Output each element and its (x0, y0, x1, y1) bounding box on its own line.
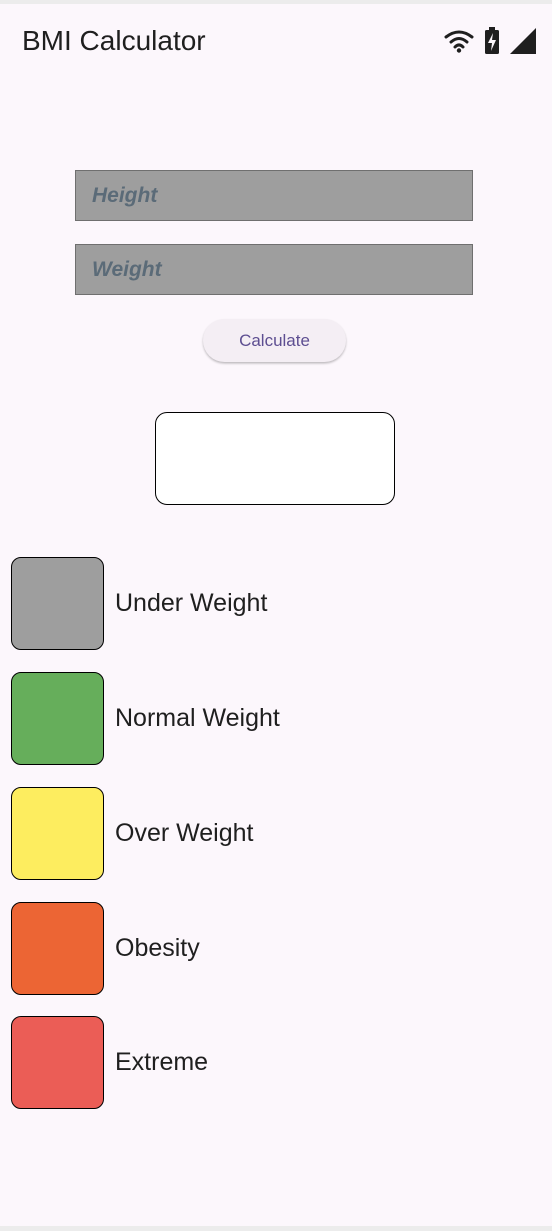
legend-item-obesity: Obesity (11, 902, 531, 996)
legend-item-extreme: Extreme (11, 1016, 531, 1110)
height-input[interactable] (76, 171, 472, 220)
legend-label: Under Weight (115, 589, 268, 617)
normal-weight-swatch (11, 672, 104, 765)
obesity-swatch (11, 902, 104, 995)
app-bar: BMI Calculator (0, 4, 552, 78)
height-field[interactable] (75, 170, 473, 221)
legend-label: Normal Weight (115, 704, 280, 732)
signal-icon (510, 27, 536, 59)
legend-item-normal-weight: Normal Weight (11, 672, 531, 766)
legend-item-over-weight: Over Weight (11, 787, 531, 881)
legend-label: Obesity (115, 934, 200, 962)
app-title: BMI Calculator (22, 25, 206, 56)
wifi-icon (444, 29, 474, 58)
legend-item-under-weight: Under Weight (11, 557, 531, 651)
calculate-button[interactable]: Calculate (203, 319, 346, 362)
extreme-swatch (11, 1016, 104, 1109)
over-weight-swatch (11, 787, 104, 880)
legend-label: Over Weight (115, 819, 254, 847)
under-weight-swatch (11, 557, 104, 650)
status-bar (444, 26, 536, 60)
weight-field[interactable] (75, 244, 473, 295)
weight-input[interactable] (76, 245, 472, 294)
bottom-edge (0, 1226, 552, 1231)
battery-charging-icon (484, 26, 500, 60)
legend-label: Extreme (115, 1048, 209, 1076)
result-box (155, 412, 395, 505)
